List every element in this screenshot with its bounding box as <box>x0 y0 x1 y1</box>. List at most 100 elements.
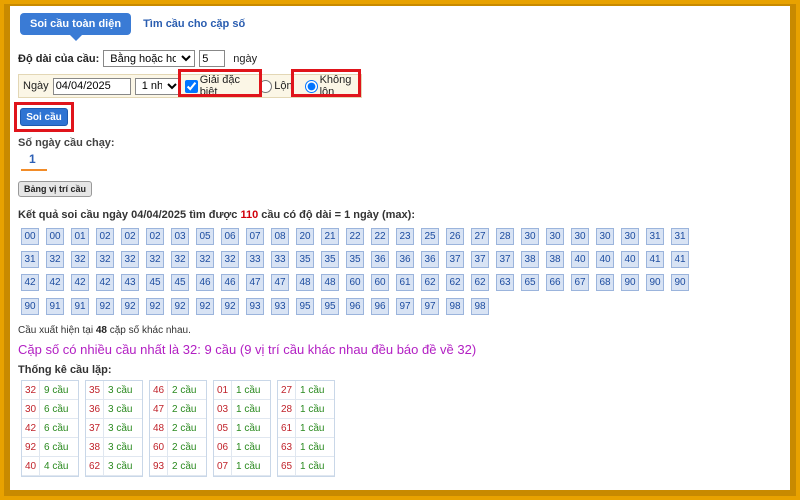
number-cell[interactable]: 46 <box>221 274 239 292</box>
number-cell[interactable]: 92 <box>171 297 189 315</box>
number-cell[interactable]: 32 <box>146 251 164 269</box>
number-cell[interactable]: 93 <box>246 297 264 315</box>
number-cell[interactable]: 43 <box>121 274 139 292</box>
number-cell[interactable]: 01 <box>71 228 89 245</box>
number-cell[interactable]: 96 <box>346 297 364 315</box>
number-cell[interactable]: 37 <box>471 251 489 269</box>
number-cell[interactable]: 60 <box>371 274 389 292</box>
number-cell[interactable]: 90 <box>646 274 664 292</box>
number-cell[interactable]: 31 <box>21 251 39 269</box>
number-cell[interactable]: 28 <box>496 228 514 245</box>
number-cell[interactable]: 68 <box>596 274 614 292</box>
number-cell[interactable]: 22 <box>346 228 364 245</box>
number-cell[interactable]: 97 <box>396 297 414 315</box>
length-select[interactable]: Bằng hoặc hơn <box>103 50 196 67</box>
number-cell[interactable]: 48 <box>296 274 314 292</box>
number-cell[interactable]: 33 <box>246 251 264 269</box>
number-cell[interactable]: 30 <box>621 228 639 245</box>
number-cell[interactable]: 42 <box>96 274 114 292</box>
number-cell[interactable]: 31 <box>671 228 689 245</box>
number-cell[interactable]: 98 <box>446 297 464 315</box>
number-cell[interactable]: 42 <box>21 274 39 292</box>
number-cell[interactable]: 91 <box>71 297 89 315</box>
number-cell[interactable]: 22 <box>371 228 389 245</box>
number-cell[interactable]: 62 <box>421 274 439 292</box>
number-cell[interactable]: 45 <box>146 274 164 292</box>
length-days-input[interactable] <box>199 50 226 67</box>
number-cell[interactable]: 95 <box>296 297 314 315</box>
number-cell[interactable]: 92 <box>146 297 164 315</box>
tab-soi-cau-toan-dien[interactable]: Soi cầu toàn diện <box>20 13 132 41</box>
number-cell[interactable]: 45 <box>171 274 189 292</box>
number-cell[interactable]: 32 <box>46 251 64 269</box>
number-cell[interactable]: 41 <box>646 251 664 269</box>
number-cell[interactable]: 90 <box>621 274 639 292</box>
number-cell[interactable]: 26 <box>446 228 464 245</box>
number-cell[interactable]: 32 <box>171 251 189 269</box>
number-cell[interactable]: 93 <box>271 297 289 315</box>
number-cell[interactable]: 98 <box>471 297 489 315</box>
number-cell[interactable]: 65 <box>521 274 539 292</box>
number-cell[interactable]: 92 <box>221 297 239 315</box>
number-cell[interactable]: 03 <box>171 228 189 245</box>
running-days-tab[interactable]: 1 <box>29 152 36 166</box>
number-cell[interactable]: 66 <box>546 274 564 292</box>
date-input[interactable] <box>52 77 131 95</box>
soi-cau-button[interactable]: Soi cầu <box>20 108 68 126</box>
number-cell[interactable]: 40 <box>596 251 614 269</box>
day-select[interactable]: 1 nháy <box>134 77 181 95</box>
number-cell[interactable]: 00 <box>21 228 39 245</box>
number-cell[interactable]: 40 <box>571 251 589 269</box>
number-cell[interactable]: 36 <box>396 251 414 269</box>
number-cell[interactable]: 62 <box>471 274 489 292</box>
number-cell[interactable]: 67 <box>571 274 589 292</box>
number-cell[interactable]: 37 <box>496 251 514 269</box>
number-cell[interactable]: 30 <box>546 228 564 245</box>
number-cell[interactable]: 07 <box>246 228 264 245</box>
number-cell[interactable]: 47 <box>246 274 264 292</box>
number-cell[interactable]: 00 <box>46 228 64 245</box>
number-cell[interactable]: 40 <box>621 251 639 269</box>
number-cell[interactable]: 35 <box>321 251 339 269</box>
number-cell[interactable]: 97 <box>421 297 439 315</box>
number-cell[interactable]: 96 <box>371 297 389 315</box>
number-cell[interactable]: 08 <box>271 228 289 245</box>
number-cell[interactable]: 90 <box>21 297 39 315</box>
number-cell[interactable]: 42 <box>46 274 64 292</box>
number-cell[interactable]: 38 <box>546 251 564 269</box>
number-cell[interactable]: 36 <box>371 251 389 269</box>
number-cell[interactable]: 92 <box>196 297 214 315</box>
number-cell[interactable]: 92 <box>96 297 114 315</box>
number-cell[interactable]: 31 <box>646 228 664 245</box>
number-cell[interactable]: 30 <box>571 228 589 245</box>
number-cell[interactable]: 27 <box>471 228 489 245</box>
number-cell[interactable]: 23 <box>396 228 414 245</box>
number-cell[interactable]: 38 <box>521 251 539 269</box>
number-cell[interactable]: 60 <box>346 274 364 292</box>
number-cell[interactable]: 90 <box>671 274 689 292</box>
mixed-radio[interactable]: Lộn <box>259 79 293 93</box>
number-cell[interactable]: 63 <box>496 274 514 292</box>
number-cell[interactable]: 36 <box>421 251 439 269</box>
number-cell[interactable]: 33 <box>271 251 289 269</box>
number-cell[interactable]: 32 <box>121 251 139 269</box>
number-cell[interactable]: 32 <box>196 251 214 269</box>
number-cell[interactable]: 48 <box>321 274 339 292</box>
number-cell[interactable]: 05 <box>196 228 214 245</box>
number-cell[interactable]: 21 <box>321 228 339 245</box>
number-cell[interactable]: 95 <box>321 297 339 315</box>
number-cell[interactable]: 06 <box>221 228 239 245</box>
number-cell[interactable]: 35 <box>346 251 364 269</box>
number-cell[interactable]: 35 <box>296 251 314 269</box>
number-cell[interactable]: 91 <box>46 297 64 315</box>
number-cell[interactable]: 25 <box>421 228 439 245</box>
number-cell[interactable]: 20 <box>296 228 314 245</box>
number-cell[interactable]: 92 <box>121 297 139 315</box>
number-cell[interactable]: 02 <box>146 228 164 245</box>
number-cell[interactable]: 41 <box>671 251 689 269</box>
number-cell[interactable]: 62 <box>446 274 464 292</box>
number-cell[interactable]: 42 <box>71 274 89 292</box>
number-cell[interactable]: 30 <box>521 228 539 245</box>
number-cell[interactable]: 61 <box>396 274 414 292</box>
number-cell[interactable]: 47 <box>271 274 289 292</box>
